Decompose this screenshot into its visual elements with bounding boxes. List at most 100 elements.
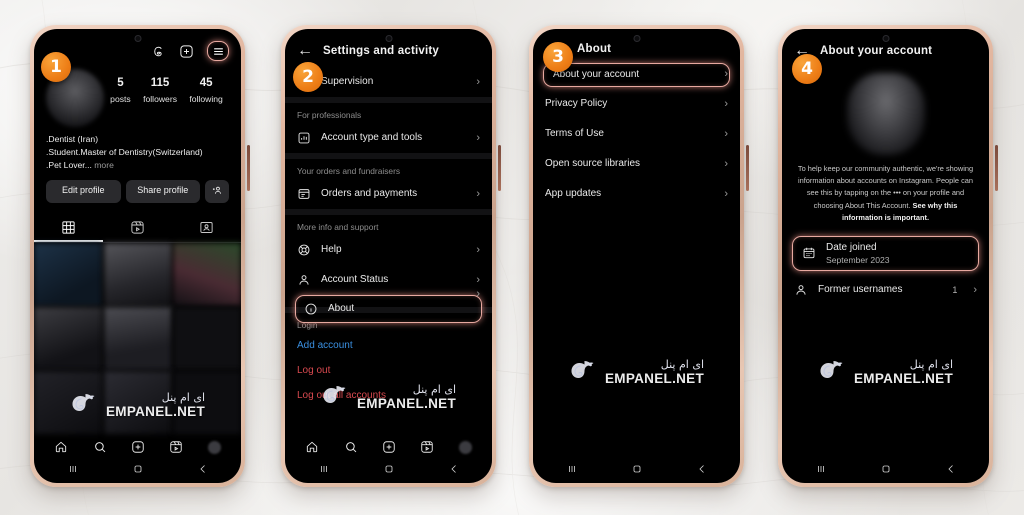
recents-icon[interactable]	[67, 463, 79, 475]
grid-cell[interactable]	[173, 371, 241, 434]
grid-cell[interactable]	[103, 307, 172, 370]
camera-hole	[385, 35, 392, 42]
threads-icon[interactable]	[151, 44, 166, 59]
reels-icon[interactable]	[420, 440, 434, 454]
followers-count: 115	[150, 77, 170, 89]
create-icon[interactable]	[382, 440, 396, 454]
about-label: Privacy Policy	[545, 97, 608, 109]
share-profile-button[interactable]: Share profile	[125, 180, 200, 204]
section-more-info: More info and support	[297, 222, 379, 232]
recents-icon[interactable]	[318, 463, 330, 475]
settings-row-help[interactable]: Help ›	[285, 235, 492, 265]
recents-icon[interactable]	[815, 463, 827, 475]
bio-more-link[interactable]: more	[94, 160, 114, 170]
post-grid	[34, 243, 241, 434]
about-row-about-your-account[interactable]: About your account	[543, 63, 730, 87]
page-title: Settings and activity	[323, 45, 440, 57]
account-disclaimer: To help keep our community authentic, we…	[782, 159, 989, 224]
tagged-tab[interactable]	[172, 213, 241, 242]
reels-icon[interactable]	[169, 440, 183, 454]
back-arrow-icon[interactable]: ←	[297, 43, 313, 59]
about-row-app-updates[interactable]: App updates ›	[533, 178, 740, 208]
profile-bio: .Dentist (Iran) .Student.Master of Denti…	[34, 127, 241, 172]
phone-2-screen: ← Settings and activity Supervision › Fo…	[285, 29, 492, 483]
row-date-joined[interactable]: Date joined September 2023	[792, 236, 979, 271]
chevron-right-icon: ›	[973, 283, 977, 296]
home-square-icon[interactable]	[880, 463, 892, 475]
search-icon[interactable]	[93, 440, 107, 454]
instagram-bottom-nav	[285, 434, 492, 457]
phone-side-button	[746, 145, 749, 191]
date-joined-label: Date joined	[826, 242, 877, 254]
add-person-icon[interactable]	[205, 180, 229, 204]
phone-1-profile: 5 posts 115 followers 45 following .Dent…	[30, 25, 250, 487]
about-label: Terms of Use	[545, 127, 604, 139]
hamburger-menu-icon[interactable]	[207, 41, 229, 61]
settings-row-about[interactable]: About	[295, 295, 482, 323]
bio-line-1: .Dentist (Iran)	[46, 134, 99, 144]
grid-cell[interactable]	[34, 371, 102, 434]
home-icon[interactable]	[305, 440, 319, 454]
back-chevron-icon[interactable]	[448, 463, 460, 475]
back-chevron-icon[interactable]	[945, 463, 957, 475]
grid-tab[interactable]	[34, 213, 103, 242]
orders-icon	[298, 189, 310, 199]
phone-side-button	[995, 145, 998, 191]
search-icon[interactable]	[344, 440, 358, 454]
posts-label: posts	[110, 94, 131, 104]
grid-cell[interactable]	[103, 243, 172, 306]
settings-label: About	[328, 303, 355, 315]
home-icon[interactable]	[54, 440, 68, 454]
stat-posts[interactable]: 5 posts	[110, 77, 131, 107]
settings-row-account-type[interactable]: Account type and tools ›	[285, 123, 492, 153]
profile-avatar[interactable]	[207, 440, 221, 454]
reels-tab[interactable]	[103, 213, 172, 242]
phone-side-button	[247, 145, 250, 191]
stat-followers[interactable]: 115 followers	[143, 77, 177, 107]
grid-cell[interactable]	[103, 371, 172, 434]
page-title: About your account	[820, 45, 933, 57]
camera-hole	[633, 35, 640, 42]
settings-label: Help	[321, 244, 342, 256]
about-row-terms-of-use[interactable]: Terms of Use ›	[533, 118, 740, 148]
grid-cell[interactable]	[173, 243, 241, 306]
home-square-icon[interactable]	[631, 463, 643, 475]
log-out-all-link[interactable]: Log out all accounts	[285, 383, 492, 408]
row-former-usernames[interactable]: Former usernames 1 ›	[782, 271, 989, 305]
settings-label: Orders and payments	[321, 188, 418, 200]
back-chevron-icon[interactable]	[197, 463, 209, 475]
back-chevron-icon[interactable]	[696, 463, 708, 475]
home-square-icon[interactable]	[383, 463, 395, 475]
settings-label: Account Status	[321, 274, 389, 286]
profile-avatar[interactable]	[458, 440, 472, 454]
settings-label: Account type and tools	[321, 132, 423, 144]
android-nav-bar	[533, 457, 740, 483]
create-icon[interactable]	[131, 440, 145, 454]
step-badge-4: 4	[792, 54, 822, 84]
about-row-wrapper: About	[285, 295, 492, 323]
add-icon[interactable]	[179, 44, 194, 59]
about-row-privacy-policy[interactable]: Privacy Policy ›	[533, 87, 740, 118]
grid-cell[interactable]	[34, 243, 102, 306]
screenshot-stage: 5 posts 115 followers 45 following .Dent…	[0, 0, 1024, 515]
settings-row-orders-payments[interactable]: Orders and payments ›	[285, 179, 492, 209]
about-label: About your account	[553, 69, 640, 80]
settings-row-account-status[interactable]: Account Status ›	[285, 265, 492, 295]
grid-cell[interactable]	[173, 307, 241, 370]
date-joined-value: September 2023	[826, 254, 890, 265]
following-label: following	[189, 94, 223, 104]
bio-line-3: .Pet Lover...	[46, 160, 92, 171]
stat-following[interactable]: 45 following	[189, 77, 222, 107]
log-out-link[interactable]: Log out	[285, 358, 492, 383]
home-square-icon[interactable]	[132, 463, 144, 475]
profile-tabs	[34, 213, 241, 244]
recents-icon[interactable]	[566, 463, 578, 475]
grid-cell[interactable]	[34, 307, 102, 370]
edit-profile-button[interactable]: Edit profile	[46, 180, 121, 204]
about-row-open-source[interactable]: Open source libraries ›	[533, 148, 740, 178]
add-account-link[interactable]: Add account	[285, 333, 492, 358]
phone-side-button	[498, 145, 501, 191]
date-joined-text: Date joined September 2023	[826, 242, 890, 265]
